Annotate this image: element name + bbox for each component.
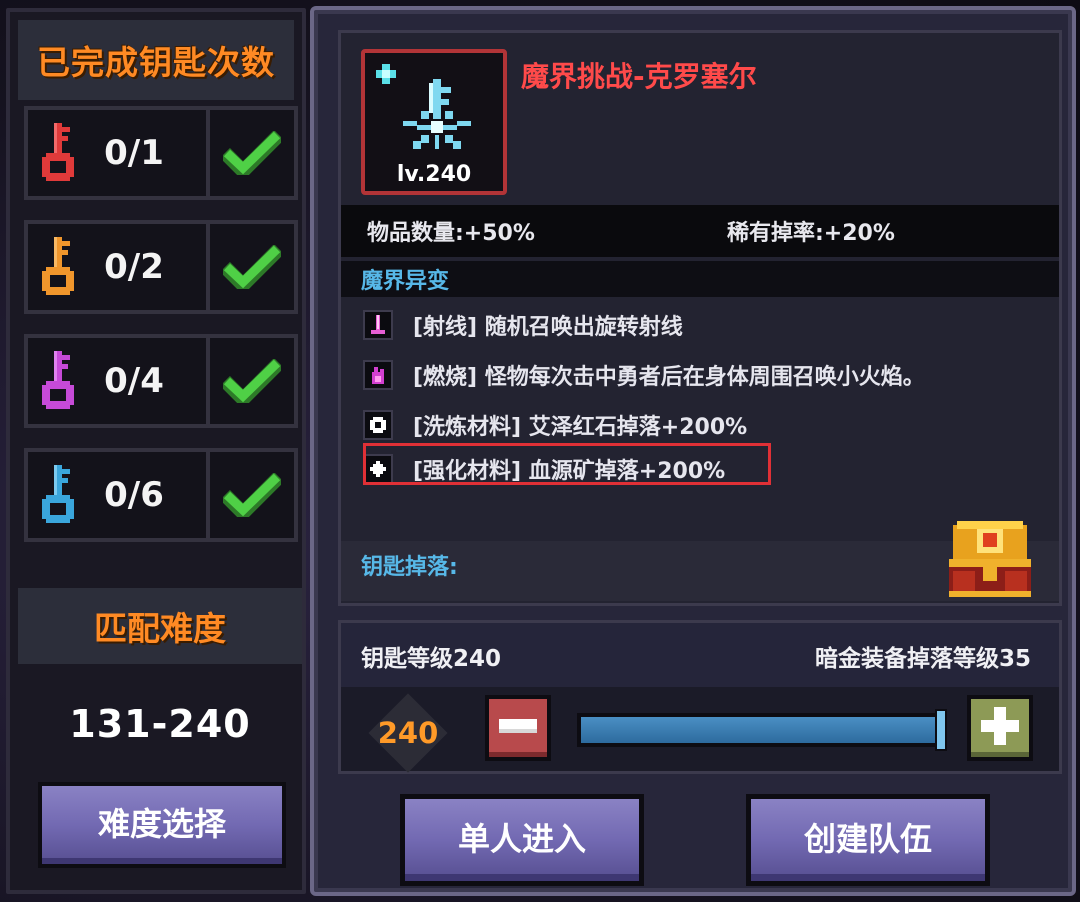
- level-slider-fill: [581, 717, 943, 743]
- red-key-icon: [28, 110, 88, 196]
- mutation-section-label: 魔界异变: [341, 261, 1059, 297]
- key-drop-label: 钥匙掉落:: [361, 555, 458, 580]
- minus-icon: [499, 718, 537, 733]
- key-count: 0/2: [104, 247, 164, 287]
- solo-enter-label: 单人进入: [405, 799, 639, 881]
- match-range-value: 131-240: [69, 702, 251, 746]
- key-row-orange: 0/2: [24, 220, 298, 314]
- treasure-chest-icon[interactable]: [947, 515, 1033, 599]
- modifier-text: [洗炼材料] 艾泽红石掉落+200%: [413, 415, 748, 440]
- plus-icon: [981, 706, 1019, 745]
- level-select-box: 钥匙等级240 暗金装备掉落等级35 240: [338, 620, 1062, 774]
- solo-enter-button[interactable]: 单人进入: [400, 794, 644, 886]
- equip-drop-level-label: 暗金装备掉落等级35: [814, 646, 1031, 672]
- current-level-value: 240: [377, 716, 439, 750]
- key-completion-panel: 已完成钥匙次数 0/1 0/2 0/4 0/6 匹配难度 131-240 难度选…: [6, 8, 306, 894]
- check-icon: [210, 338, 294, 424]
- challenge-title: 魔界挑战-克罗塞尔: [521, 60, 757, 93]
- check-icon: [210, 224, 294, 310]
- create-team-label: 创建队伍: [751, 799, 985, 881]
- highlight-box: [363, 443, 771, 485]
- level-slider[interactable]: [577, 713, 947, 747]
- modifier-row: [洗炼材料] 艾泽红石掉落+200%: [363, 405, 747, 445]
- rare-drop-stat: 稀有掉率:+20%: [727, 221, 895, 246]
- modifier-row: [射线] 随机召唤出旋转射线: [363, 305, 683, 345]
- match-difficulty-title: 匹配难度: [18, 588, 302, 664]
- level-slider-handle[interactable]: [935, 709, 947, 751]
- key-row-red: 0/1: [24, 106, 298, 200]
- difficulty-select-label: 难度选择: [42, 786, 282, 864]
- orange-key-icon: [28, 224, 88, 310]
- blue-key-icon: [28, 452, 88, 538]
- stats-bar: 物品数量:+50% 稀有掉率:+20%: [341, 205, 1059, 257]
- key-count: 0/6: [104, 475, 164, 515]
- item-quantity-stat: 物品数量:+50%: [367, 221, 535, 246]
- create-team-button[interactable]: 创建队伍: [746, 794, 990, 886]
- difficulty-select-button[interactable]: 难度选择: [38, 782, 286, 868]
- modifier-row: [燃烧] 怪物每次击中勇者后在身体周围召唤小火焰。: [363, 355, 925, 395]
- key-completion-title: 已完成钥匙次数: [18, 20, 294, 100]
- challenge-panel: lv.240 魔界挑战-克罗塞尔 物品数量:+50% 稀有掉率:+20% 魔界异…: [310, 6, 1076, 896]
- item-slot[interactable]: lv.240: [361, 49, 507, 195]
- key-row-blue: 0/6: [24, 448, 298, 542]
- key-count: 0/4: [104, 361, 164, 401]
- increase-level-button[interactable]: [967, 695, 1033, 761]
- level-diamond: 240: [363, 693, 453, 773]
- modifier-text: [射线] 随机召唤出旋转射线: [413, 315, 683, 340]
- purple-key-icon: [28, 338, 88, 424]
- ice-crystal-key-icon: [391, 77, 481, 171]
- beam-icon: [363, 310, 393, 340]
- key-row-purple: 0/4: [24, 334, 298, 428]
- decrease-level-button[interactable]: [485, 695, 551, 761]
- key-count: 0/1: [104, 133, 164, 173]
- challenge-info-box: lv.240 魔界挑战-克罗塞尔 物品数量:+50% 稀有掉率:+20% 魔界异…: [338, 30, 1062, 606]
- gear-gem-icon: [363, 410, 393, 440]
- check-icon: [210, 110, 294, 196]
- flame-icon: [363, 360, 393, 390]
- item-level: lv.240: [396, 162, 472, 187]
- key-level-label: 钥匙等级240: [361, 646, 502, 672]
- check-icon: [210, 452, 294, 538]
- modifier-text: [燃烧] 怪物每次击中勇者后在身体周围召唤小火焰。: [413, 365, 925, 390]
